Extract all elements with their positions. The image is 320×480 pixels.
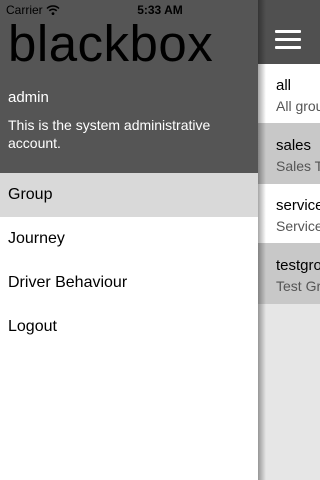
menu-item-journey[interactable]: Journey	[0, 217, 258, 261]
group-description: All grou	[276, 98, 320, 114]
account-description: This is the system administrative accoun…	[8, 117, 211, 151]
hamburger-icon[interactable]	[275, 30, 301, 50]
group-name: all	[276, 77, 292, 94]
group-row-testgroup[interactable]: testgro Test Gr	[258, 244, 320, 304]
group-name: sales	[276, 137, 312, 154]
account-name: admin	[8, 89, 49, 106]
menu-item-driver-behaviour[interactable]: Driver Behaviour	[0, 261, 258, 305]
group-name: service	[276, 197, 320, 214]
menu-item-logout[interactable]: Logout	[0, 305, 258, 349]
group-row-all[interactable]: all All grou	[258, 64, 320, 124]
group-name: testgro	[276, 257, 320, 274]
group-list: all All grou sales Sales T service Servi…	[258, 64, 320, 304]
drawer-header: blackbox admin This is the system admini…	[0, 0, 258, 173]
group-row-service[interactable]: service Service	[258, 184, 320, 244]
drawer-menu: Group Journey Driver Behaviour Logout	[0, 173, 258, 349]
main-view: all All grou sales Sales T service Servi…	[258, 0, 320, 480]
group-description: Sales T	[276, 158, 320, 174]
brand-title: blackbox	[8, 15, 214, 72]
status-bar: Carrier 5:33 AM	[0, 0, 320, 20]
group-description: Test Gr	[276, 278, 320, 294]
side-drawer: blackbox admin This is the system admini…	[0, 0, 258, 480]
menu-item-group[interactable]: Group	[0, 173, 258, 217]
status-time: 5:33 AM	[137, 3, 183, 17]
group-description: Service	[276, 218, 320, 234]
group-row-sales[interactable]: sales Sales T	[258, 124, 320, 184]
